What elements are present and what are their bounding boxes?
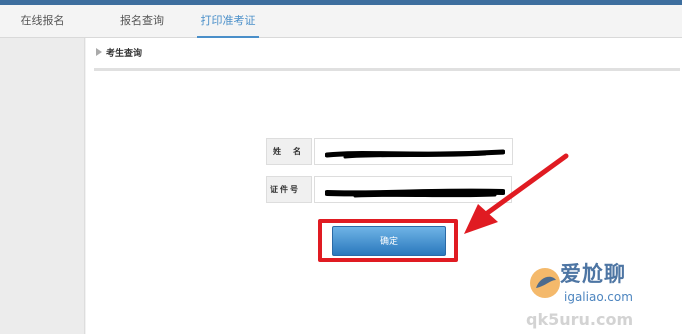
main-panel: 考生查询 姓 名 证件号 确定 爱尬聊 igaliao.com qk5uru.c… <box>86 38 682 334</box>
tab-online-registration[interactable]: 在线报名 <box>0 5 85 38</box>
watermark-brand: 爱尬聊 <box>560 262 626 286</box>
watermark-url: igaliao.com <box>564 290 633 304</box>
parrot-logo-icon <box>530 268 560 298</box>
watermark: 爱尬聊 igaliao.com qk5uru.com <box>526 258 682 334</box>
tab-registration-query[interactable]: 报名查询 <box>96 5 188 38</box>
left-pane <box>0 38 85 334</box>
tab-print-admission-ticket[interactable]: 打印准考证 <box>197 5 259 38</box>
watermark-url-secondary: qk5uru.com <box>526 310 634 329</box>
tab-bar: 在线报名 报名查询 打印准考证 <box>0 5 682 38</box>
